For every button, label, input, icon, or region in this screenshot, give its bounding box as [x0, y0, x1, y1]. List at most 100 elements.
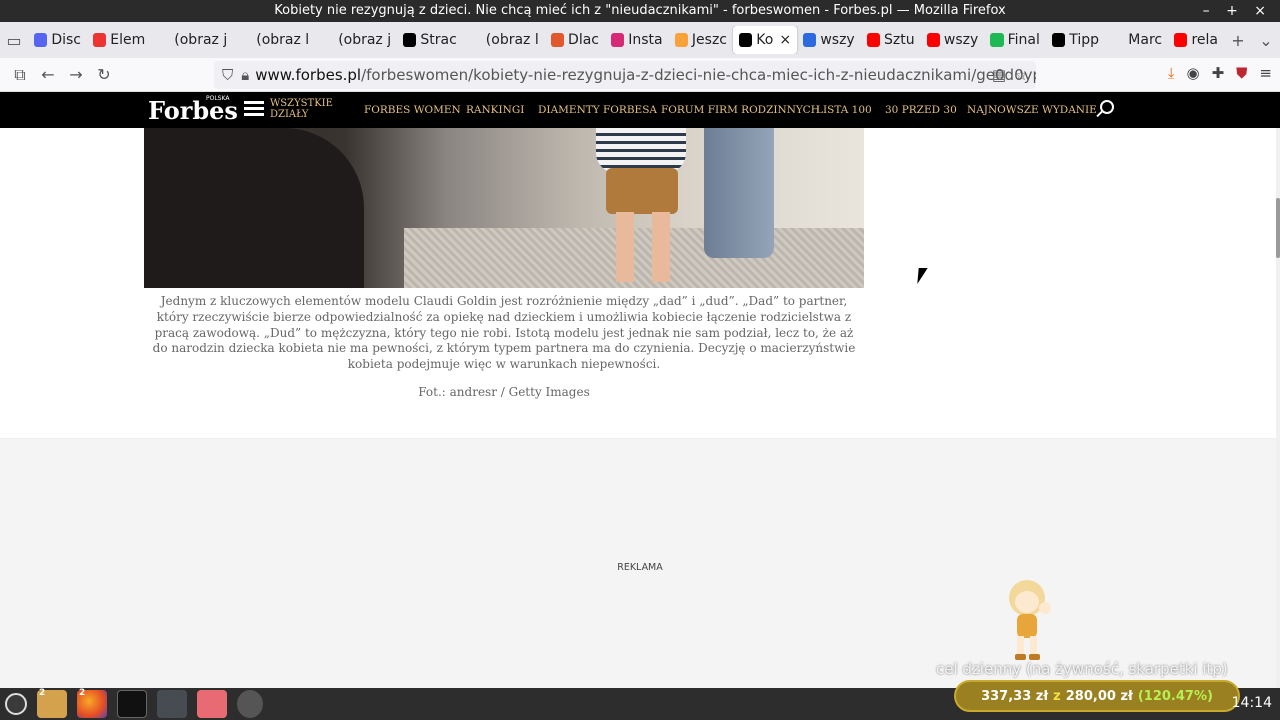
tab-1[interactable]: Elem — [87, 26, 151, 54]
toolbar-right: ⤓ ◉ ✚ ⛊ ≡ — [1168, 64, 1272, 82]
tab-label: Final — [1007, 32, 1040, 48]
nav-30-przed-30[interactable]: 30 PRZED 30 — [885, 104, 957, 116]
tab-9[interactable]: Jeszc — [669, 26, 733, 54]
tab-favicon-icon — [611, 33, 625, 47]
extensions-icon[interactable]: ✚ — [1212, 64, 1225, 82]
tab-list-icon[interactable]: ▭ — [0, 31, 28, 50]
tab-label: (obraz j — [174, 32, 228, 48]
tab-13[interactable]: wszy — [921, 26, 985, 54]
photo-caption: Jednym z kluczowych elementów modelu Cla… — [152, 294, 856, 372]
reload-button[interactable]: ↻ — [90, 65, 118, 84]
tab-favicon-icon — [469, 33, 482, 47]
app-icon[interactable] — [197, 690, 227, 718]
forward-button[interactable]: → — [62, 65, 90, 84]
tab-5[interactable]: Strac — [397, 26, 463, 54]
tab-favicon-icon — [674, 33, 688, 47]
ublock-icon[interactable]: ⛊ — [1236, 64, 1247, 82]
tab-label: Insta — [628, 32, 663, 48]
back-button[interactable]: ← — [34, 65, 62, 84]
tab-10[interactable]: Ko × — [733, 26, 798, 54]
tab-favicon-icon — [93, 33, 107, 47]
window-controls[interactable]: – + × — [1203, 0, 1272, 22]
tab-3[interactable]: (obraz l — [233, 26, 315, 54]
bookmark-star-icon[interactable]: ☆ — [1015, 66, 1028, 84]
files-icon[interactable]: 2 — [37, 688, 67, 718]
account-icon[interactable]: ◉ — [1186, 64, 1199, 82]
ad-label: REKLAMA — [617, 562, 663, 573]
nav-lista-100[interactable]: LISTA 100 — [816, 104, 872, 116]
tab-2[interactable]: (obraz j — [151, 26, 233, 54]
forbes-logo[interactable]: Forbes POLSKA — [148, 95, 238, 125]
nav-forum-firm-rodzinnych[interactable]: FORUM FIRM RODZINNYCH — [661, 104, 820, 116]
tab-strip: Disc Elem (obraz j (obraz l (obraz j Strac (ob… — [28, 26, 1224, 54]
navigation-toolbar: ⧉ ← → ↻ ⛉ 🔒︎ www.forbes.pl/forbeswomen/k… — [0, 58, 1280, 92]
tab-label: wszy — [943, 32, 979, 48]
tab-label: Ko — [756, 32, 774, 48]
mascot-icon — [1009, 580, 1051, 660]
tab-favicon-icon — [321, 33, 334, 47]
lock-icon[interactable]: 🔒︎ — [241, 66, 249, 84]
tab-11[interactable]: wszy — [797, 26, 861, 54]
nav-rankingi[interactable]: RANKINGI — [466, 104, 524, 116]
tab-bar: ▭ Disc Elem (obraz j (obraz l (obraz j Strac (… — [0, 22, 1280, 58]
shield-icon[interactable]: ⛉ — [222, 66, 233, 84]
tab-favicon-icon — [34, 33, 48, 47]
downloads-icon[interactable]: ⤓ — [1168, 64, 1175, 82]
tab-close-icon[interactable]: × — [779, 32, 791, 48]
tab-8[interactable]: Insta — [605, 26, 669, 54]
reader-view-icon[interactable]: ▤ — [992, 66, 1006, 84]
tab-17[interactable]: rela — [1168, 26, 1224, 54]
tab-7[interactable]: Dlac — [545, 26, 605, 54]
scrollbar-thumb[interactable] — [1276, 198, 1280, 258]
tab-16[interactable]: Marc — [1105, 26, 1168, 54]
goal-of: z — [1053, 688, 1061, 704]
tab-12[interactable]: Sztu — [861, 26, 921, 54]
search-icon[interactable] — [1100, 100, 1114, 114]
sidebar-icon[interactable]: ⧉ — [6, 65, 34, 85]
tab-favicon-icon — [157, 33, 170, 47]
tab-label: (obraz l — [256, 32, 310, 48]
window-titlebar: Kobiety nie rezygnują z dzieci. Nie chcą… — [0, 0, 1280, 22]
firefox-icon[interactable]: 2 — [77, 688, 107, 718]
nav-diamenty-forbesa[interactable]: DIAMENTY FORBESA — [538, 104, 657, 116]
tab-favicon-icon — [239, 33, 252, 47]
tab-0[interactable]: Disc — [28, 26, 87, 54]
tab-label: (obraz l — [485, 32, 539, 48]
url-bar[interactable]: ⛉ 🔒︎ www.forbes.pl/forbeswomen/kobiety-n… — [214, 61, 1036, 89]
tab-label: wszy — [820, 32, 855, 48]
tab-favicon-icon — [1174, 33, 1188, 47]
url-host: www.forbes.pl — [255, 66, 362, 84]
nav-forbes-women[interactable]: FORBES WOMEN — [364, 104, 461, 116]
tab-favicon-icon — [1111, 33, 1124, 47]
clock: 14:14 — [1231, 695, 1272, 711]
window-title: Kobiety nie rezygnują z dzieci. Nie chcą… — [274, 3, 1006, 18]
tab-label: Sztu — [884, 32, 915, 48]
all-departments-line1: WSZYSTKIE — [270, 98, 333, 109]
ad-zone: REKLAMA — [0, 438, 1280, 688]
goal-current: 337,33 zł — [981, 688, 1049, 704]
terminal-icon[interactable] — [117, 690, 147, 718]
tab-favicon-icon — [926, 33, 940, 47]
hamburger-icon[interactable] — [244, 101, 264, 119]
tab-overflow-icon[interactable]: ⌄ — [1252, 31, 1280, 50]
power-icon[interactable] — [5, 693, 27, 715]
scrollbar[interactable] — [1276, 128, 1280, 688]
obs-icon[interactable] — [237, 690, 263, 718]
new-tab-button[interactable]: + — [1224, 31, 1252, 50]
editor-icon[interactable] — [157, 690, 187, 718]
tab-15[interactable]: Tipp — [1046, 26, 1105, 54]
nav-najnowsze-wydanie[interactable]: NAJNOWSZE WYDANIE — [967, 104, 1097, 116]
tab-label: Tipp — [1069, 32, 1099, 48]
files-badge: 2 — [39, 688, 46, 698]
url-path: /forbeswomen/kobiety-nie-rezygnuja-z-dzi… — [361, 66, 1036, 84]
tab-6[interactable]: (obraz l — [463, 26, 545, 54]
tab-favicon-icon — [739, 33, 753, 47]
tab-14[interactable]: Final — [984, 26, 1046, 54]
photo-credit: Fot.: andresr / Getty Images — [418, 385, 590, 399]
all-departments-link[interactable]: WSZYSTKIE DZIAŁY — [270, 98, 333, 120]
tab-4[interactable]: (obraz j — [315, 26, 397, 54]
menu-icon[interactable]: ≡ — [1259, 64, 1272, 82]
tab-label: Elem — [110, 32, 146, 48]
donation-goal-bar: 337,33 zł z 280,00 zł (120.47%) — [954, 680, 1240, 712]
goal-target: 280,00 zł — [1065, 688, 1133, 704]
